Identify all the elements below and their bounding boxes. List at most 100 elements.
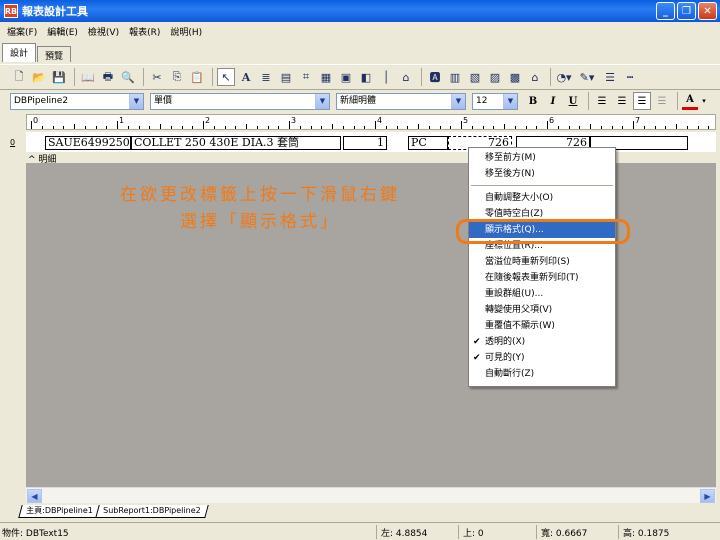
copy-icon[interactable]: ⎘: [168, 68, 186, 86]
menu-item-word-wrap[interactable]: 自動斷行(Z): [469, 366, 615, 382]
paste-icon[interactable]: 📋: [188, 68, 206, 86]
fill-color-icon[interactable]: ◔▾: [555, 68, 573, 86]
menu-item-reprint-on-overflow[interactable]: 當溢位時重新列印(S): [469, 254, 615, 270]
chevron-down-icon[interactable]: ▼: [503, 93, 517, 109]
richtext-tool-icon[interactable]: ▤: [277, 68, 295, 86]
format-toolbar: DBPipeline2 ▼ 單價 ▼ 新細明體 ▼ 12 ▼ B I U ☰ ☰…: [0, 90, 720, 112]
menu-item-visible[interactable]: ✔ 可見的(Y): [469, 350, 615, 366]
pipeline-select[interactable]: DBPipeline2 ▼: [10, 92, 144, 110]
ruler-tick: [579, 126, 581, 129]
ruler-number: 2: [205, 116, 211, 125]
dbbarcode-tool-icon[interactable]: ⌂: [526, 68, 544, 86]
dbmemo-tool-icon[interactable]: ▧: [466, 68, 484, 86]
dbimage-tool-icon[interactable]: ▩: [506, 68, 524, 86]
field-select-value: 單價: [154, 95, 173, 106]
menu-item-reset-group[interactable]: 重設群組(U)...: [469, 286, 615, 302]
dblabel-tool-icon[interactable]: 🅰: [426, 68, 444, 86]
ruler-tick: [611, 126, 613, 129]
scroll-left-icon[interactable]: ◀: [27, 489, 42, 503]
menu-item-auto-size[interactable]: 自動調整大小(O): [469, 190, 615, 206]
menu-item-send-to-back[interactable]: 移至後方(N): [469, 166, 615, 182]
vertical-ruler: 0: [2, 130, 24, 500]
menu-report[interactable]: 報表(R): [124, 25, 165, 38]
window-title: 報表設計工具: [22, 5, 88, 18]
line-tool-icon[interactable]: │: [377, 68, 395, 86]
menu-file[interactable]: 檔案(F): [2, 25, 42, 38]
ruler-number: 5: [463, 116, 469, 125]
menu-item-shift-with-parent[interactable]: 轉變使用父項(V): [469, 302, 615, 318]
ruler-tick: [342, 126, 344, 129]
chevron-down-icon[interactable]: ▼: [315, 93, 329, 109]
barcode-tool-icon[interactable]: ⌂: [397, 68, 415, 86]
variable-tool-icon[interactable]: ▦: [317, 68, 335, 86]
field-part-number[interactable]: SAUE6499250: [45, 136, 131, 150]
line-style-icon[interactable]: ☰: [601, 68, 619, 86]
field-unit[interactable]: PC: [408, 136, 448, 150]
tab-main-report[interactable]: 主頁:DBPipeline1: [18, 504, 101, 518]
ruler-tick: [364, 126, 366, 129]
select-pointer-icon[interactable]: ↖: [217, 68, 235, 86]
menu-item-transparent[interactable]: ✔ 透明的(X): [469, 334, 615, 350]
underline-icon[interactable]: U: [564, 92, 582, 110]
ruler-tick: [41, 126, 43, 129]
ruler-tick: [622, 126, 624, 129]
ruler-tick: [686, 126, 688, 129]
dbtext-tool-icon[interactable]: ▥: [446, 68, 464, 86]
view-tabs: 設計 預覽: [0, 43, 72, 62]
tab-design[interactable]: 設計: [2, 43, 37, 62]
new-icon[interactable]: 🗋: [10, 68, 28, 86]
horizontal-scrollbar[interactable]: ◀ ▶: [26, 487, 716, 503]
field-description[interactable]: COLLET 250 430E DIA.3 套筒: [131, 136, 341, 150]
print-preview-icon[interactable]: 🔍: [119, 68, 137, 86]
memo-tool-icon[interactable]: ≣: [257, 68, 275, 86]
bold-icon[interactable]: B: [524, 92, 542, 110]
book-icon[interactable]: 📖: [79, 68, 97, 86]
font-size-value: 12: [476, 95, 488, 106]
line-color-icon[interactable]: ✎▾: [575, 68, 599, 86]
ruler-tick: [514, 126, 516, 129]
ruler-tick: [536, 126, 538, 129]
font-name-select[interactable]: 新細明體 ▼: [336, 92, 466, 110]
align-right-icon[interactable]: ☰: [633, 92, 651, 110]
image-tool-icon[interactable]: ▣: [337, 68, 355, 86]
cut-icon[interactable]: ✂: [148, 68, 166, 86]
chevron-down-icon[interactable]: ▼: [451, 93, 465, 109]
menu-item-reprint-on-subsequent[interactable]: 在隨後報表重新列印(T): [469, 270, 615, 286]
scroll-right-icon[interactable]: ▶: [700, 489, 715, 503]
menu-view[interactable]: 檢視(V): [83, 25, 124, 38]
field-quantity[interactable]: 1: [343, 136, 387, 150]
menu-help[interactable]: 說明(H): [165, 25, 207, 38]
save-icon[interactable]: 💾: [50, 68, 68, 86]
dbcalc-tool-icon[interactable]: ▨: [486, 68, 504, 86]
ruler-tick: [181, 126, 183, 129]
font-size-select[interactable]: 12 ▼: [472, 92, 518, 110]
ruler-tick: [149, 126, 151, 129]
align-left-icon[interactable]: ☰: [593, 92, 611, 110]
checkmark-icon: ✔: [473, 337, 481, 347]
chevron-down-icon[interactable]: ▼: [129, 93, 143, 109]
shape-tool-icon[interactable]: ◧: [357, 68, 375, 86]
close-button[interactable]: ✕: [698, 2, 717, 20]
line-dash-icon[interactable]: ┅: [621, 68, 639, 86]
menu-item-suppress-repeated[interactable]: 重覆值不顯示(W): [469, 318, 615, 334]
minimize-button[interactable]: _: [656, 2, 675, 20]
ruler-tick: [160, 124, 161, 129]
system-variable-icon[interactable]: ⌗: [297, 68, 315, 86]
open-icon[interactable]: 📂: [30, 68, 48, 86]
italic-icon[interactable]: I: [544, 92, 562, 110]
font-color-dropdown-icon[interactable]: ▾: [700, 92, 708, 110]
status-height: 高: 0.1875: [623, 529, 670, 539]
print-icon[interactable]: 🖶: [99, 68, 117, 86]
ruler-tick: [439, 126, 441, 129]
maximize-button[interactable]: ❐: [677, 2, 696, 20]
ruler-tick: [643, 126, 645, 129]
tab-subreport[interactable]: SubReport1:DBPipeline2: [95, 504, 209, 518]
label-tool-icon[interactable]: A: [237, 68, 255, 86]
field-select[interactable]: 單價 ▼: [150, 92, 330, 110]
menu-item-bring-to-front[interactable]: 移至前方(M): [469, 150, 615, 166]
align-justify-icon[interactable]: ☰: [653, 92, 671, 110]
menu-edit[interactable]: 編輯(E): [42, 25, 83, 38]
align-center-icon[interactable]: ☰: [613, 92, 631, 110]
tab-preview[interactable]: 預覽: [37, 46, 72, 62]
font-color-icon[interactable]: A: [682, 92, 698, 110]
